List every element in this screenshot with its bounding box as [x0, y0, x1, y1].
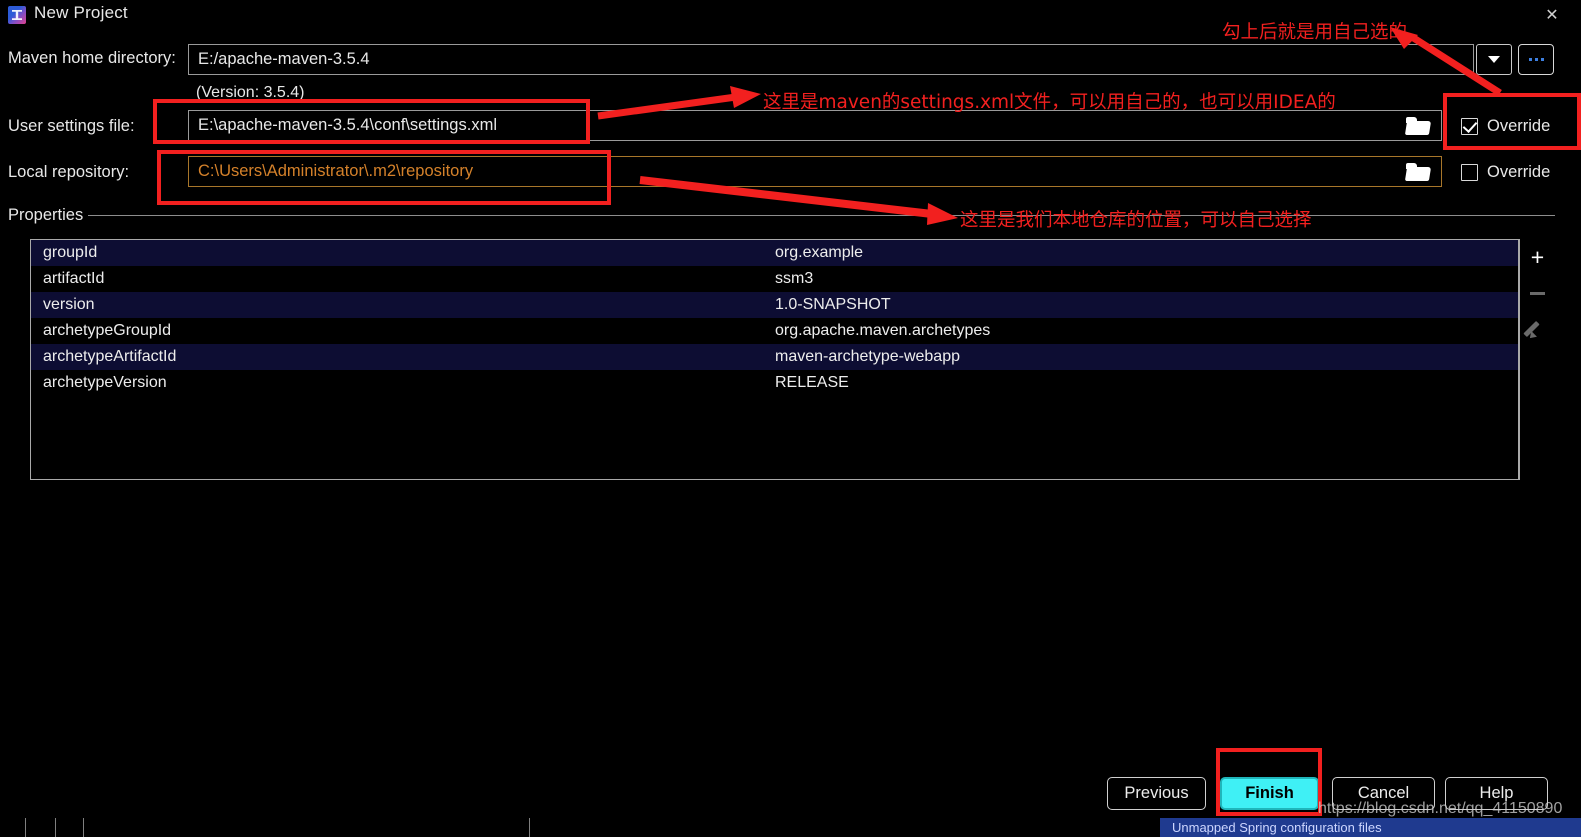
annotation-text-override: 勾上后就是用自己选的 [1222, 18, 1407, 44]
table-row[interactable]: archetypeGroupId org.apache.maven.archet… [31, 318, 1518, 344]
ide-strip-cell [56, 818, 84, 837]
add-property-button[interactable]: + [1525, 245, 1551, 269]
maven-home-input[interactable]: E:/apache-maven-3.5.4 [188, 44, 1474, 75]
dot-2-icon [1535, 58, 1538, 61]
property-key: archetypeVersion [31, 374, 775, 392]
property-key: artifactId [31, 270, 775, 288]
edit-property-button[interactable] [1525, 317, 1551, 341]
maven-home-browse-button[interactable] [1518, 44, 1554, 75]
annotation-text-settings: 这里是maven的settings.xml文件，可以用自己的，也可以用IDEA的 [763, 88, 1336, 114]
annotation-arrow-settings [598, 86, 763, 122]
property-value: 1.0-SNAPSHOT [775, 296, 891, 314]
property-value: ssm3 [775, 270, 813, 288]
dot-1-icon [1529, 58, 1532, 61]
annotation-arrow-override [1388, 25, 1508, 100]
property-key: groupId [31, 244, 775, 262]
watermark-text: https://blog.csdn.net/qq_41150890 [1318, 800, 1562, 818]
maven-home-label: Maven home directory: [8, 49, 176, 68]
checkbox-unchecked-icon[interactable] [1461, 164, 1478, 181]
background-ide-strip: Unmapped Spring configuration files [0, 818, 1581, 837]
property-key: version [31, 296, 775, 314]
table-row[interactable]: archetypeVersion RELEASE [31, 370, 1518, 396]
annotation-text-repository: 这里是我们本地仓库的位置，可以自己选择 [960, 206, 1312, 232]
ide-strip-cell [84, 818, 530, 837]
local-repository-override-label: Override [1487, 163, 1550, 182]
annotation-box-user-settings [153, 99, 590, 144]
remove-property-button[interactable] [1525, 281, 1551, 305]
property-value: org.example [775, 244, 863, 262]
user-settings-label: User settings file: [8, 117, 135, 136]
close-icon[interactable]: ✕ [1529, 0, 1575, 31]
property-key: archetypeGroupId [31, 322, 775, 340]
property-key: archetypeArtifactId [31, 348, 775, 366]
intellij-idea-icon [8, 6, 26, 24]
annotation-arrow-repository [640, 176, 960, 224]
properties-group-title: Properties [8, 206, 83, 225]
property-value: org.apache.maven.archetypes [775, 322, 990, 340]
table-row[interactable]: groupId org.example [31, 240, 1518, 266]
previous-button[interactable]: Previous [1107, 777, 1206, 810]
property-value: RELEASE [775, 374, 849, 392]
table-row[interactable]: artifactId ssm3 [31, 266, 1518, 292]
table-row[interactable]: archetypeArtifactId maven-archetype-weba… [31, 344, 1518, 370]
properties-toolbar: + [1519, 239, 1555, 480]
table-row[interactable]: version 1.0-SNAPSHOT [31, 292, 1518, 318]
ide-strip-cell [0, 818, 26, 837]
window-title: New Project [34, 3, 128, 23]
ide-status-row[interactable]: Unmapped Spring configuration files [1160, 818, 1581, 837]
local-repository-override-checkbox[interactable]: Override [1461, 163, 1550, 182]
annotation-box-override [1443, 93, 1581, 150]
property-value: maven-archetype-webapp [775, 348, 960, 366]
ide-strip-cell [26, 818, 56, 837]
minus-icon [1530, 292, 1545, 295]
dot-3-icon [1541, 58, 1544, 61]
local-repository-label: Local repository: [8, 163, 129, 182]
properties-table[interactable]: groupId org.example artifactId ssm3 vers… [30, 239, 1519, 480]
annotation-box-finish [1216, 748, 1322, 816]
annotation-box-local-repository [157, 150, 611, 205]
new-project-dialog: New Project ✕ Maven home directory: E:/a… [0, 0, 1581, 837]
